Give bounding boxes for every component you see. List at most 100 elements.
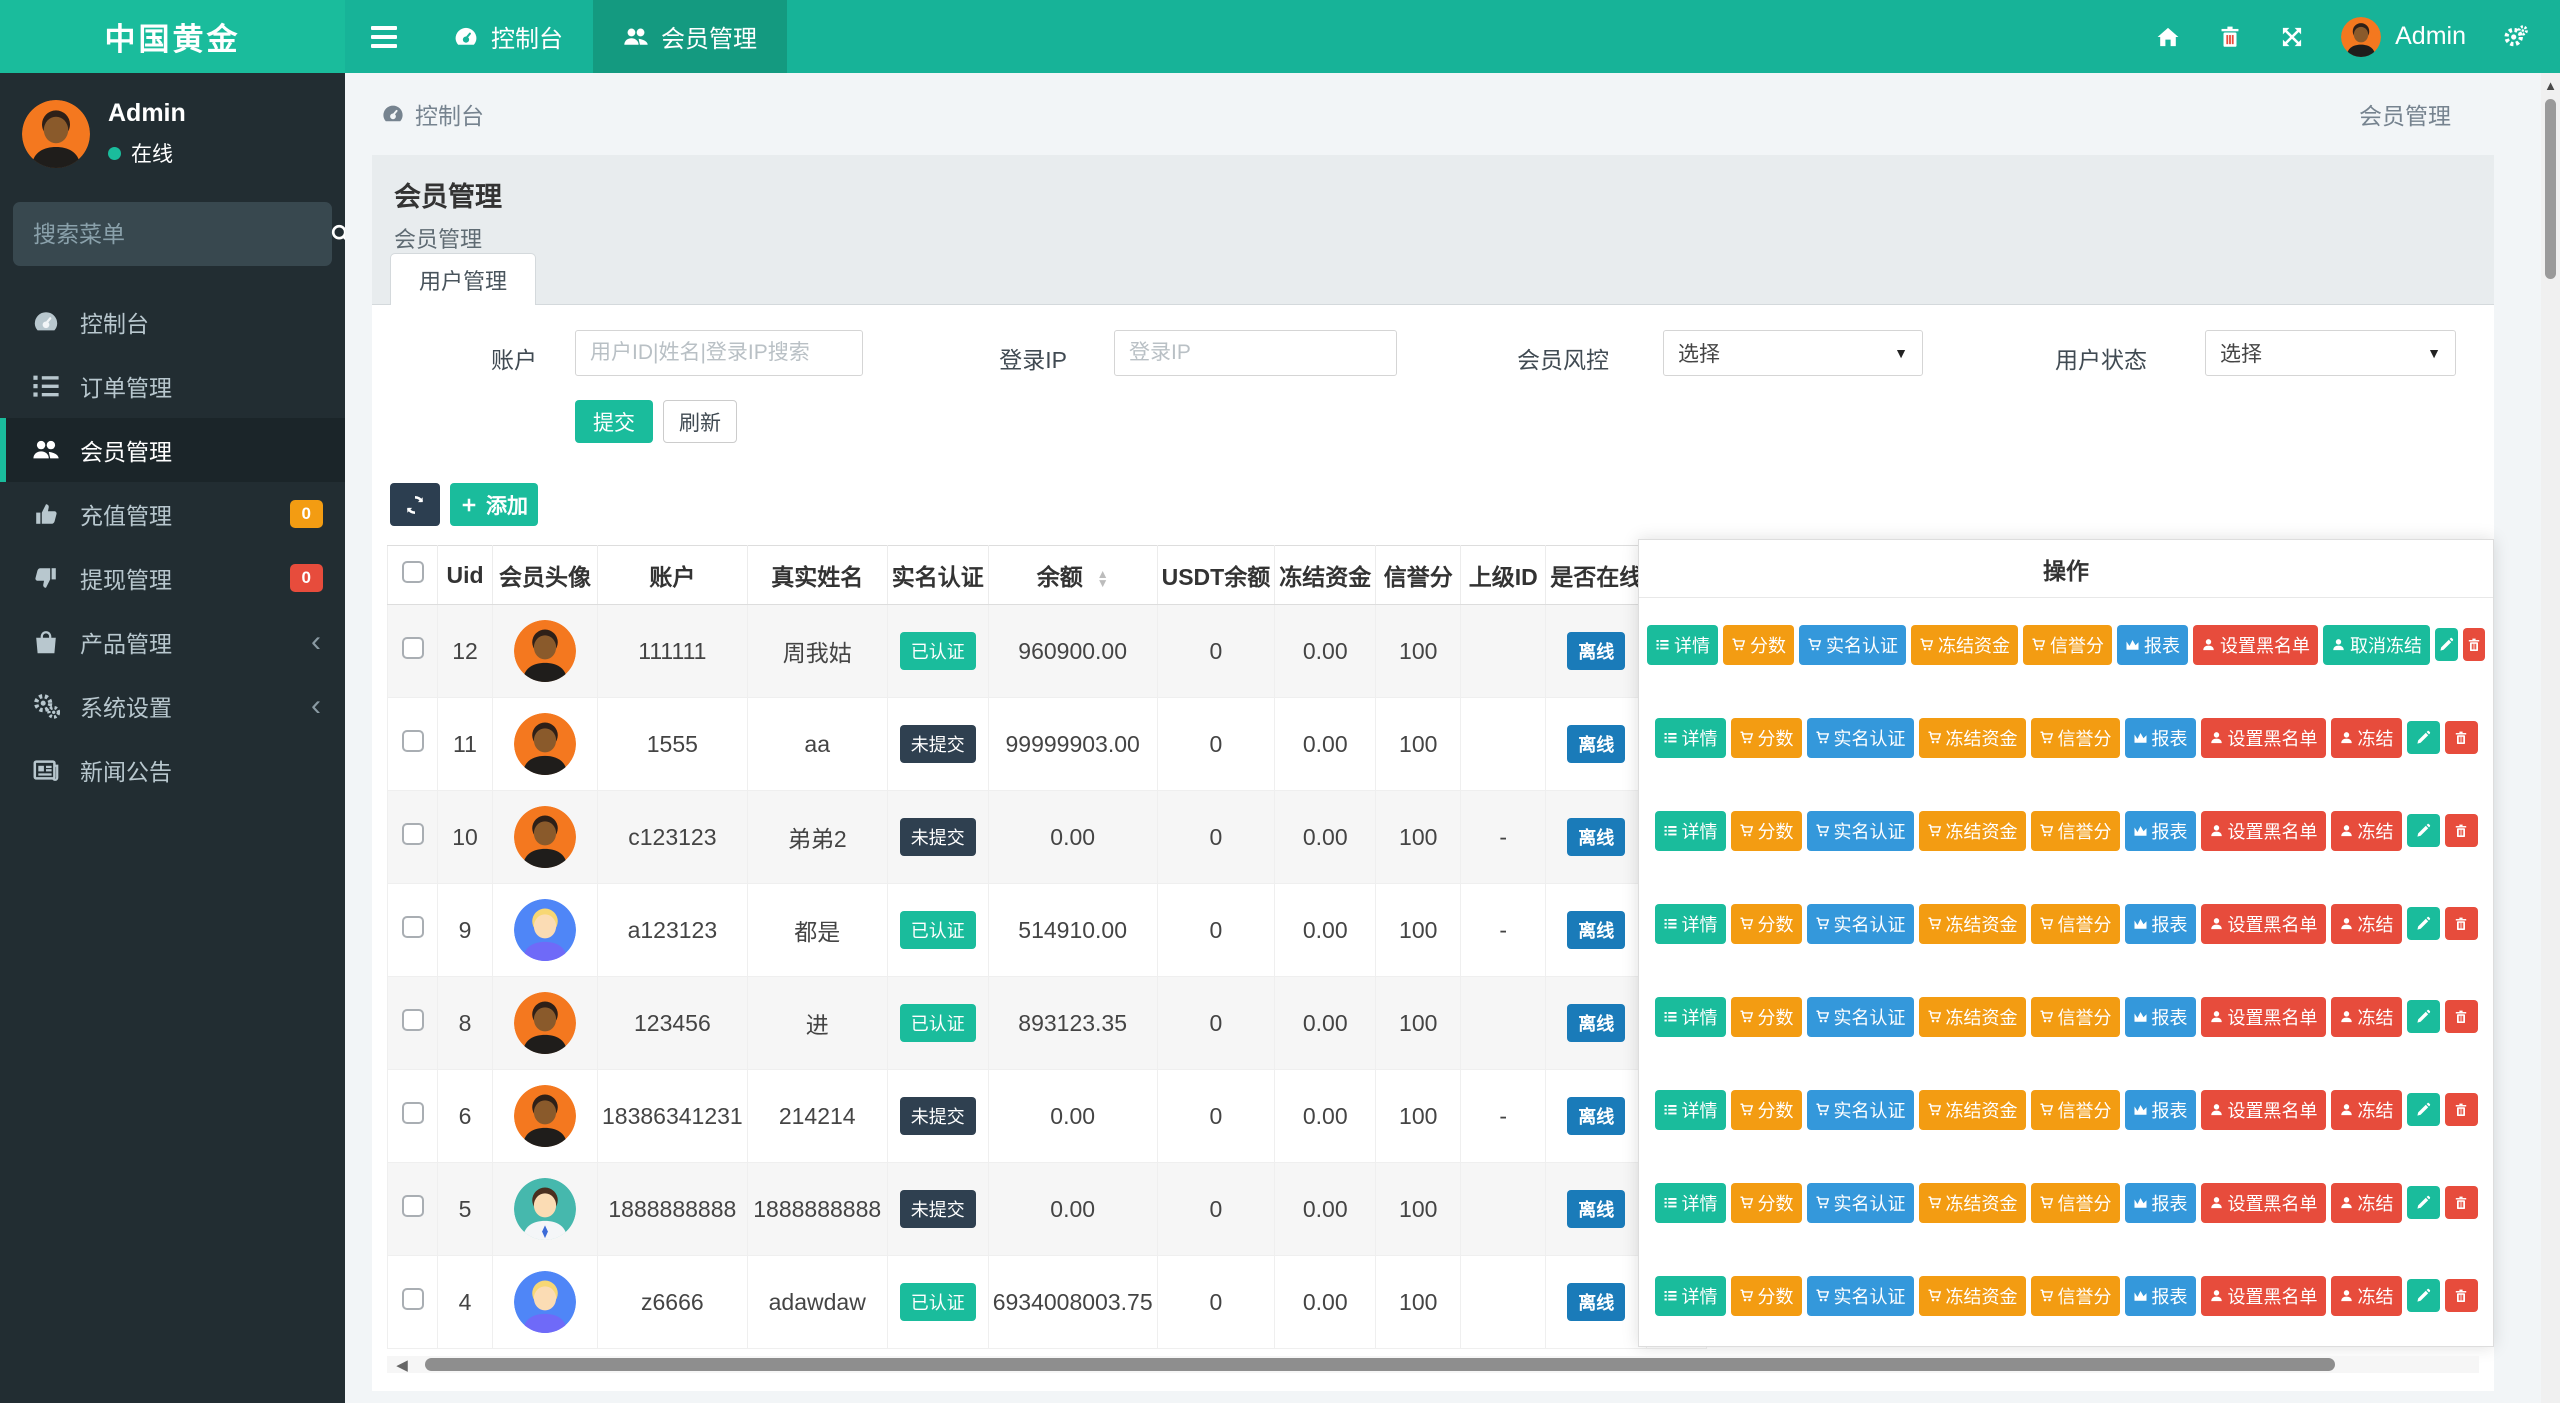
- op-分数-button[interactable]: 分数: [1731, 718, 1802, 758]
- horizontal-scrollbar-thumb[interactable]: [425, 1358, 2335, 1371]
- op-详情-button[interactable]: 详情: [1655, 1090, 1726, 1130]
- column-header[interactable]: 上级ID: [1461, 546, 1546, 605]
- op-分数-button[interactable]: 分数: [1731, 1276, 1802, 1316]
- settings-button[interactable]: [2484, 0, 2546, 73]
- sidebar-item-7[interactable]: 新闻公告: [0, 738, 345, 802]
- op-冻结资金-button[interactable]: 冻结资金: [1919, 1090, 2026, 1130]
- column-header[interactable]: 真实姓名: [747, 546, 887, 605]
- horizontal-scrollbar[interactable]: ◀: [387, 1356, 2479, 1373]
- op-信誉分-button[interactable]: 信誉分: [2031, 718, 2120, 758]
- op-freeze-button[interactable]: 冻结: [2331, 718, 2402, 758]
- op-详情-button[interactable]: 详情: [1655, 1183, 1726, 1223]
- row-checkbox[interactable]: [402, 1009, 424, 1031]
- column-header[interactable]: 会员头像: [493, 546, 598, 605]
- column-header[interactable]: USDT余额: [1157, 546, 1275, 605]
- op-edit-button[interactable]: [2435, 628, 2458, 661]
- op-edit-button[interactable]: [2407, 721, 2440, 754]
- op-edit-button[interactable]: [2407, 1279, 2440, 1312]
- top-nav-item[interactable]: 会员管理: [593, 0, 787, 73]
- op-实名认证-button[interactable]: 实名认证: [1807, 718, 1914, 758]
- op-实名认证-button[interactable]: 实名认证: [1807, 1276, 1914, 1316]
- op-delete-button[interactable]: [2445, 1279, 2478, 1312]
- user-menu[interactable]: Admin: [2323, 17, 2484, 57]
- user-status-select[interactable]: 选择▼: [2205, 330, 2456, 376]
- op-报表-button[interactable]: 报表: [2125, 811, 2196, 851]
- op-设置黑名单-button[interactable]: 设置黑名单: [2193, 625, 2318, 665]
- op-详情-button[interactable]: 详情: [1655, 904, 1726, 944]
- op-实名认证-button[interactable]: 实名认证: [1807, 1090, 1914, 1130]
- sidebar-item-4[interactable]: 提现管理0: [0, 546, 345, 610]
- select-all-checkbox[interactable]: [402, 561, 424, 583]
- op-设置黑名单-button[interactable]: 设置黑名单: [2201, 718, 2326, 758]
- op-delete-button[interactable]: [2445, 1186, 2478, 1219]
- op-信誉分-button[interactable]: 信誉分: [2023, 625, 2112, 665]
- op-冻结资金-button[interactable]: 冻结资金: [1919, 1183, 2026, 1223]
- tab-user-management[interactable]: 用户管理: [390, 253, 536, 305]
- op-实名认证-button[interactable]: 实名认证: [1807, 1183, 1914, 1223]
- row-checkbox[interactable]: [402, 637, 424, 659]
- op-delete-button[interactable]: [2445, 1000, 2478, 1033]
- op-设置黑名单-button[interactable]: 设置黑名单: [2201, 904, 2326, 944]
- op-信誉分-button[interactable]: 信誉分: [2031, 1090, 2120, 1130]
- risk-select[interactable]: 选择▼: [1663, 330, 1923, 376]
- op-freeze-button[interactable]: 取消冻结: [2323, 625, 2430, 665]
- sidebar-item-1[interactable]: 订单管理: [0, 354, 345, 418]
- column-header[interactable]: 实名认证: [887, 546, 988, 605]
- sidebar-item-5[interactable]: 产品管理‹: [0, 610, 345, 674]
- op-edit-button[interactable]: [2407, 1186, 2440, 1219]
- op-报表-button[interactable]: 报表: [2125, 1183, 2196, 1223]
- sort-icon[interactable]: ▲▼: [1097, 570, 1109, 588]
- breadcrumb-left[interactable]: 控制台: [415, 97, 484, 131]
- op-冻结资金-button[interactable]: 冻结资金: [1919, 1276, 2026, 1316]
- column-header[interactable]: Uid: [438, 546, 493, 605]
- op-设置黑名单-button[interactable]: 设置黑名单: [2201, 811, 2326, 851]
- op-edit-button[interactable]: [2407, 1093, 2440, 1126]
- op-信誉分-button[interactable]: 信誉分: [2031, 904, 2120, 944]
- column-header[interactable]: 是否在线: [1546, 546, 1647, 605]
- row-checkbox[interactable]: [402, 1102, 424, 1124]
- op-报表-button[interactable]: 报表: [2125, 1090, 2196, 1130]
- row-checkbox[interactable]: [402, 730, 424, 752]
- op-分数-button[interactable]: 分数: [1723, 625, 1794, 665]
- sidebar-search-input[interactable]: [33, 221, 329, 248]
- op-delete-button[interactable]: [2445, 721, 2478, 754]
- op-设置黑名单-button[interactable]: 设置黑名单: [2201, 1183, 2326, 1223]
- op-冻结资金-button[interactable]: 冻结资金: [1919, 997, 2026, 1037]
- op-freeze-button[interactable]: 冻结: [2331, 1090, 2402, 1130]
- op-报表-button[interactable]: 报表: [2125, 718, 2196, 758]
- op-实名认证-button[interactable]: 实名认证: [1807, 904, 1914, 944]
- vertical-scrollbar-thumb[interactable]: [2545, 99, 2556, 279]
- op-freeze-button[interactable]: 冻结: [2331, 1183, 2402, 1223]
- op-设置黑名单-button[interactable]: 设置黑名单: [2201, 1090, 2326, 1130]
- op-edit-button[interactable]: [2407, 814, 2440, 847]
- op-分数-button[interactable]: 分数: [1731, 811, 1802, 851]
- op-信誉分-button[interactable]: 信誉分: [2031, 997, 2120, 1037]
- op-delete-button[interactable]: [2445, 814, 2478, 847]
- op-freeze-button[interactable]: 冻结: [2331, 997, 2402, 1037]
- op-分数-button[interactable]: 分数: [1731, 1090, 1802, 1130]
- op-冻结资金-button[interactable]: 冻结资金: [1919, 904, 2026, 944]
- op-实名认证-button[interactable]: 实名认证: [1799, 625, 1906, 665]
- column-header[interactable]: 账户: [598, 546, 748, 605]
- sidebar-toggle-button[interactable]: [345, 0, 423, 73]
- op-信誉分-button[interactable]: 信誉分: [2031, 811, 2120, 851]
- op-信誉分-button[interactable]: 信誉分: [2031, 1183, 2120, 1223]
- op-实名认证-button[interactable]: 实名认证: [1807, 811, 1914, 851]
- op-设置黑名单-button[interactable]: 设置黑名单: [2201, 997, 2326, 1037]
- fullscreen-button[interactable]: [2261, 0, 2323, 73]
- op-报表-button[interactable]: 报表: [2117, 625, 2188, 665]
- op-edit-button[interactable]: [2407, 1000, 2440, 1033]
- op-冻结资金-button[interactable]: 冻结资金: [1919, 718, 2026, 758]
- login-ip-input[interactable]: [1114, 330, 1397, 376]
- home-button[interactable]: [2137, 0, 2199, 73]
- op-freeze-button[interactable]: 冻结: [2331, 904, 2402, 944]
- table-reload-button[interactable]: [390, 483, 440, 526]
- op-信誉分-button[interactable]: 信誉分: [2031, 1276, 2120, 1316]
- op-详情-button[interactable]: 详情: [1655, 718, 1726, 758]
- op-分数-button[interactable]: 分数: [1731, 997, 1802, 1037]
- scroll-left-arrow-icon[interactable]: ◀: [387, 1356, 417, 1374]
- scroll-up-arrow-icon[interactable]: ▲: [2541, 73, 2560, 93]
- column-header[interactable]: 冻结资金: [1275, 546, 1376, 605]
- op-报表-button[interactable]: 报表: [2125, 1276, 2196, 1316]
- op-详情-button[interactable]: 详情: [1655, 997, 1726, 1037]
